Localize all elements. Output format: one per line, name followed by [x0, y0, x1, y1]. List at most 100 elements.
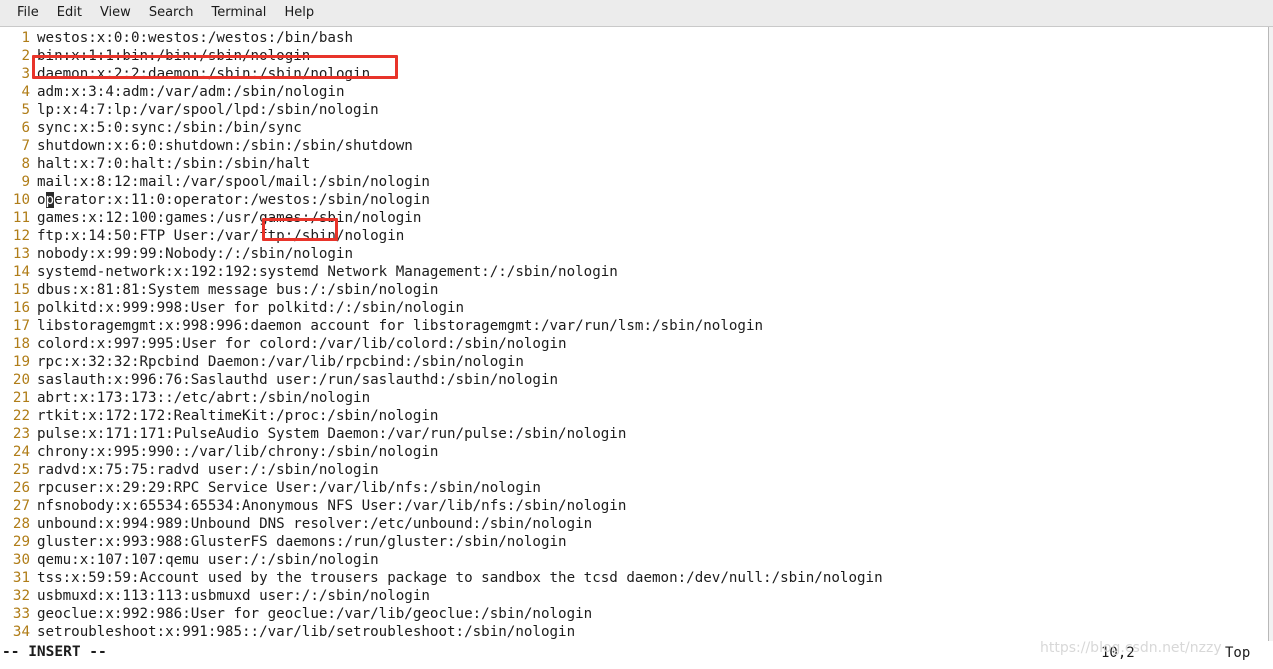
line-number: 28: [12, 516, 30, 532]
line-text: dbus:x:81:81:System message bus:/:/sbin/…: [37, 282, 439, 298]
line-number: 3: [21, 66, 30, 82]
code-line[interactable]: 17 libstoragemgmt:x:998:996:daemon accoun…: [0, 317, 1273, 335]
code-line[interactable]: 30 qemu:x:107:107:qemu user:/:/sbin/nolog…: [0, 551, 1273, 569]
code-line[interactable]: 10 operator:x:11:0:operator:/westos:/sbin…: [0, 191, 1273, 209]
line-number: 9: [21, 174, 30, 190]
line-number: 12: [12, 228, 30, 244]
line-number: 15: [12, 282, 30, 298]
code-line[interactable]: 14 systemd-network:x:192:192:systemd Netw…: [0, 263, 1273, 281]
line-text: setroubleshoot:x:991:985::/var/lib/setro…: [37, 624, 576, 640]
code-line[interactable]: 27 nfsnobody:x:65534:65534:Anonymous NFS …: [0, 497, 1273, 515]
line-number: 8: [21, 156, 30, 172]
line-number: 17: [12, 318, 30, 334]
code-line[interactable]: 9 mail:x:8:12:mail:/var/spool/mail:/sbin/…: [0, 173, 1273, 191]
line-text: usbmuxd:x:113:113:usbmuxd user:/:/sbin/n…: [37, 588, 430, 604]
line-number: 24: [12, 444, 30, 460]
menu-view[interactable]: View: [91, 2, 140, 24]
code-line[interactable]: 18 colord:x:997:995:User for colord:/var/…: [0, 335, 1273, 353]
line-text: nobody:x:99:99:Nobody:/:/sbin/nologin: [37, 246, 354, 262]
code-line[interactable]: 19 rpc:x:32:32:Rpcbind Daemon:/var/lib/rp…: [0, 353, 1273, 371]
insert-mode-indicator: -- INSERT --: [2, 644, 107, 660]
code-line[interactable]: 31 tss:x:59:59:Account used by the trouse…: [0, 569, 1273, 587]
line-text: abrt:x:173:173::/etc/abrt:/sbin/nologin: [37, 390, 371, 406]
line-text: rpcuser:x:29:29:RPC Service User:/var/li…: [37, 480, 541, 496]
code-line[interactable]: 2 bin:x:1:1:bin:/bin:/sbin/nologin: [0, 47, 1273, 65]
menu-terminal[interactable]: Terminal: [202, 2, 275, 24]
line-number: 29: [12, 534, 30, 550]
line-text: rpc:x:32:32:Rpcbind Daemon:/var/lib/rpcb…: [37, 354, 524, 370]
line-number: 26: [12, 480, 30, 496]
line-text: systemd-network:x:192:192:systemd Networ…: [37, 264, 618, 280]
code-line[interactable]: 26 rpcuser:x:29:29:RPC Service User:/var/…: [0, 479, 1273, 497]
line-number: 32: [12, 588, 30, 604]
line-number: 23: [12, 426, 30, 442]
line-number: 34: [12, 624, 30, 640]
line-text: chrony:x:995:990::/var/lib/chrony:/sbin/…: [37, 444, 439, 460]
code-line[interactable]: 24 chrony:x:995:990::/var/lib/chrony:/sbi…: [0, 443, 1273, 461]
line-number: 30: [12, 552, 30, 568]
vertical-scrollbar[interactable]: [1268, 27, 1273, 669]
line-number: 20: [12, 372, 30, 388]
code-line[interactable]: 32 usbmuxd:x:113:113:usbmuxd user:/:/sbin…: [0, 587, 1273, 605]
code-line[interactable]: 22 rtkit:x:172:172:RealtimeKit:/proc:/sbi…: [0, 407, 1273, 425]
code-line[interactable]: 1 westos:x:0:0:westos:/westos:/bin/bash: [0, 29, 1273, 47]
code-line[interactable]: 5 lp:x:4:7:lp:/var/spool/lpd:/sbin/nologi…: [0, 101, 1273, 119]
line-number: 31: [12, 570, 30, 586]
line-number: 16: [12, 300, 30, 316]
code-line[interactable]: 25 radvd:x:75:75:radvd user:/:/sbin/nolog…: [0, 461, 1273, 479]
code-line[interactable]: 34 setroubleshoot:x:991:985::/var/lib/set…: [0, 623, 1273, 641]
code-line[interactable]: 23 pulse:x:171:171:PulseAudio System Daem…: [0, 425, 1273, 443]
line-number: 5: [21, 102, 30, 118]
code-line[interactable]: 3 daemon:x:2:2:daemon:/sbin:/sbin/nologin: [0, 65, 1273, 83]
code-line[interactable]: 7 shutdown:x:6:0:shutdown:/sbin:/sbin/shu…: [0, 137, 1273, 155]
line-text: libstoragemgmt:x:998:996:daemon account …: [37, 318, 764, 334]
line-number: 4: [21, 84, 30, 100]
menu-file[interactable]: File: [8, 2, 48, 24]
line-text: saslauth:x:996:76:Saslauthd user:/run/sa…: [37, 372, 559, 388]
code-line[interactable]: 20 saslauth:x:996:76:Saslauthd user:/run/…: [0, 371, 1273, 389]
line-text: radvd:x:75:75:radvd user:/:/sbin/nologin: [37, 462, 379, 478]
code-line[interactable]: 29 gluster:x:993:988:GlusterFS daemons:/r…: [0, 533, 1273, 551]
line-text: unbound:x:994:989:Unbound DNS resolver:/…: [37, 516, 593, 532]
code-line[interactable]: 11 games:x:12:100:games:/usr/games:/sbin/…: [0, 209, 1273, 227]
line-text: bin:x:1:1:bin:/bin:/sbin/nologin: [37, 48, 311, 64]
line-text: lp:x:4:7:lp:/var/spool/lpd:/sbin/nologin: [37, 102, 379, 118]
status-line: -- INSERT -- 10,2 Top: [0, 641, 1273, 669]
line-number: 7: [21, 138, 30, 154]
line-text: qemu:x:107:107:qemu user:/:/sbin/nologin: [37, 552, 379, 568]
line-number: 18: [12, 336, 30, 352]
line-number: 22: [12, 408, 30, 424]
line-number: 25: [12, 462, 30, 478]
line-text: adm:x:3:4:adm:/var/adm:/sbin/nologin: [37, 84, 345, 100]
line-number: 2: [21, 48, 30, 64]
line-text: games:x:12:100:games:/usr/games:/sbin/no…: [37, 210, 422, 226]
line-number: 33: [12, 606, 30, 622]
vim-editor-buffer[interactable]: 1 westos:x:0:0:westos:/westos:/bin/bash 2 b…: [0, 27, 1273, 641]
code-line[interactable]: 4 adm:x:3:4:adm:/var/adm:/sbin/nologin: [0, 83, 1273, 101]
line-number: 27: [12, 498, 30, 514]
line-number: 13: [12, 246, 30, 262]
code-line[interactable]: 6 sync:x:5:0:sync:/sbin:/bin/sync: [0, 119, 1273, 137]
line-text: colord:x:997:995:User for colord:/var/li…: [37, 336, 567, 352]
line-text-before-cursor: o: [37, 192, 46, 208]
line-text: gluster:x:993:988:GlusterFS daemons:/run…: [37, 534, 567, 550]
code-line[interactable]: 33 geoclue:x:992:986:User for geoclue:/va…: [0, 605, 1273, 623]
line-number: 19: [12, 354, 30, 370]
code-line[interactable]: 8 halt:x:7:0:halt:/sbin:/sbin/halt: [0, 155, 1273, 173]
line-number: 11: [12, 210, 30, 226]
code-line[interactable]: 12 ftp:x:14:50:FTP User:/var/ftp:/sbin/no…: [0, 227, 1273, 245]
line-number: 1: [21, 30, 30, 46]
code-line[interactable]: 16 polkitd:x:999:998:User for polkitd:/:/…: [0, 299, 1273, 317]
code-line[interactable]: 13 nobody:x:99:99:Nobody:/:/sbin/nologin: [0, 245, 1273, 263]
line-text-after-cursor: erator:x:11:0:operator:/westos:/sbin/nol…: [54, 192, 430, 208]
menu-search[interactable]: Search: [140, 2, 203, 24]
code-line[interactable]: 15 dbus:x:81:81:System message bus:/:/sbi…: [0, 281, 1273, 299]
code-line[interactable]: 21 abrt:x:173:173::/etc/abrt:/sbin/nologi…: [0, 389, 1273, 407]
line-text: rtkit:x:172:172:RealtimeKit:/proc:/sbin/…: [37, 408, 439, 424]
line-number: 14: [12, 264, 30, 280]
code-line[interactable]: 28 unbound:x:994:989:Unbound DNS resolver…: [0, 515, 1273, 533]
menu-edit[interactable]: Edit: [48, 2, 91, 24]
menu-help[interactable]: Help: [275, 2, 323, 24]
line-text: shutdown:x:6:0:shutdown:/sbin:/sbin/shut…: [37, 138, 413, 154]
line-number: 10: [12, 192, 30, 208]
